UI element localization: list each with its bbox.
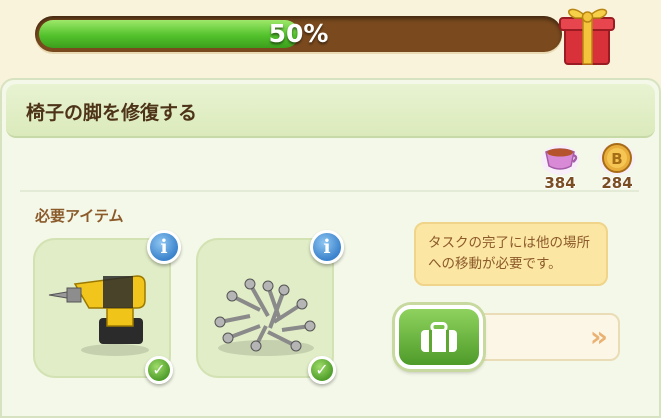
title-fragment: [215, 0, 385, 4]
panel-title: 椅子の脚を修復する: [26, 102, 198, 124]
gift-box-icon[interactable]: [553, 2, 623, 68]
panel-header: 椅子の脚を修復する: [6, 84, 655, 138]
move-slider-track[interactable]: »: [470, 313, 620, 361]
divider: [20, 190, 639, 192]
coin-icon: B: [599, 143, 635, 175]
double-chevron-right-icon: »: [589, 320, 608, 353]
top-area: 50%: [0, 0, 661, 80]
hint-box: タスクの完了には他の場所への移動が必要です。: [414, 222, 608, 286]
svg-text:B: B: [611, 150, 622, 168]
power-drill-icon: [48, 275, 149, 356]
item-card-drill[interactable]: i ✓: [33, 230, 181, 384]
resource-cup: 384: [535, 140, 585, 192]
info-icon[interactable]: i: [310, 230, 344, 264]
screws-icon: [214, 278, 316, 356]
checkmark-icon: ✓: [145, 356, 173, 384]
tea-cup-icon: [541, 145, 579, 175]
suitcase-icon: [421, 322, 457, 352]
info-icon[interactable]: i: [147, 230, 181, 264]
move-button[interactable]: [395, 305, 483, 369]
required-items-label: 必要アイテム: [35, 207, 124, 225]
item-card-screws[interactable]: i ✓: [196, 230, 344, 384]
checkmark-icon: ✓: [308, 356, 336, 384]
progress-label: 50%: [268, 19, 329, 48]
progress-bar: 50%: [35, 16, 562, 52]
resource-coin: B 284: [592, 140, 642, 192]
